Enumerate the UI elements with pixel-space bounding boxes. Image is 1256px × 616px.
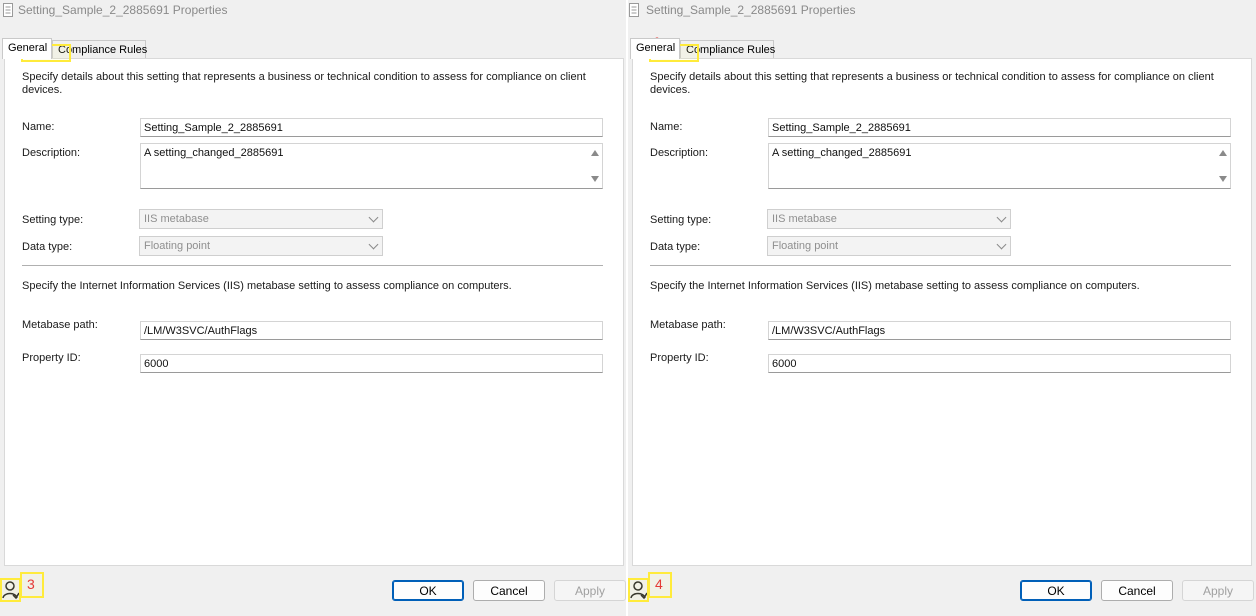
ok-button[interactable]: OK [392,580,464,601]
description-text: A setting_changed_2885691 [144,147,284,159]
property-id-label: Property ID: [650,352,709,364]
description-text: A setting_changed_2885691 [772,147,912,159]
scroll-up-icon[interactable] [591,150,599,156]
annotation-number: 4 [655,576,663,592]
scroll-down-icon[interactable] [591,176,599,182]
tab-general[interactable]: General [2,38,52,59]
setting-type-label: Setting type: [650,214,712,226]
section-divider [22,265,603,266]
chevron-down-icon [368,239,379,250]
annotation-box [628,578,649,602]
apply-button[interactable]: Apply [554,580,626,601]
scroll-down-icon[interactable] [1219,176,1227,182]
description-label: Description: [650,147,709,159]
iis-intro-text: Specify the Internet Information Service… [650,280,1140,292]
properties-document-icon [3,3,13,17]
apply-button[interactable]: Apply [1182,580,1254,601]
setting-type-select[interactable]: IIS metabase [767,209,1011,229]
setting-type-label: Setting type: [22,214,84,226]
metabase-path-label: Metabase path: [22,319,98,331]
intro-text: Specify details about this setting that … [650,71,1214,96]
data-type-select[interactable]: Floating point [139,236,383,256]
scroll-up-icon[interactable] [1219,150,1227,156]
annotation-box [0,578,21,602]
general-panel: Specify details about this setting that … [632,58,1252,566]
title-bar: Setting_Sample_2_2885691 Properties [0,0,628,22]
name-field[interactable]: Setting_Sample_2_2885691 [768,118,1231,137]
section-divider [650,265,1231,266]
property-id-label: Property ID: [22,352,81,364]
chevron-down-icon [996,212,1007,223]
data-type-value: Floating point [144,240,211,252]
data-type-label: Data type: [22,241,73,253]
window-title: Setting_Sample_2_2885691 Properties [18,3,228,17]
tab-general[interactable]: General [630,38,680,59]
iis-intro-text: Specify the Internet Information Service… [22,280,512,292]
ok-button[interactable]: OK [1020,580,1092,601]
metabase-path-label: Metabase path: [650,319,726,331]
properties-dialog-right: Setting_Sample_2_2885691 Properties Gene… [628,0,1256,616]
cancel-button[interactable]: Cancel [473,580,545,601]
data-type-select[interactable]: Floating point [767,236,1011,256]
name-field[interactable]: Setting_Sample_2_2885691 [140,118,603,137]
property-id-field[interactable]: 6000 [140,354,603,373]
tab-strip: General Compliance Rules [0,38,628,59]
general-panel: Specify details about this setting that … [4,58,624,566]
setting-type-value: IIS metabase [772,213,837,225]
properties-dialog-left: Setting_Sample_2_2885691 Properties Gene… [0,0,628,616]
setting-type-select[interactable]: IIS metabase [139,209,383,229]
data-type-value: Floating point [772,240,839,252]
data-type-label: Data type: [650,241,701,253]
description-label: Description: [22,147,81,159]
chevron-down-icon [368,212,379,223]
window-title: Setting_Sample_2_2885691 Properties [646,3,856,17]
property-id-field[interactable]: 6000 [768,354,1231,373]
description-field[interactable]: A setting_changed_2885691 [768,143,1231,189]
name-label: Name: [22,121,55,133]
title-bar: Setting_Sample_2_2885691 Properties [628,0,1256,22]
metabase-path-field[interactable]: /LM/W3SVC/AuthFlags [768,321,1231,340]
name-label: Name: [650,121,683,133]
cancel-button[interactable]: Cancel [1101,580,1173,601]
intro-text: Specify details about this setting that … [22,71,586,96]
chevron-down-icon [996,239,1007,250]
description-field[interactable]: A setting_changed_2885691 [140,143,603,189]
setting-type-value: IIS metabase [144,213,209,225]
properties-document-icon [629,3,639,17]
metabase-path-field[interactable]: /LM/W3SVC/AuthFlags [140,321,603,340]
tab-strip: General Compliance Rules [628,38,1256,59]
annotation-number: 3 [27,576,35,592]
